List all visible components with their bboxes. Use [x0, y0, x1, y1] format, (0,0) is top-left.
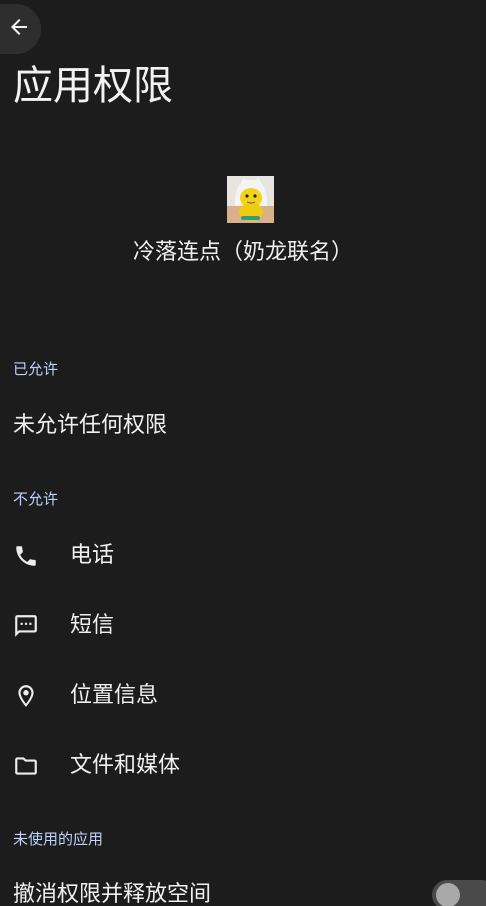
back-arrow-icon: [10, 15, 31, 43]
permission-row-files[interactable]: 文件和媒体: [0, 731, 486, 801]
message-icon: [13, 613, 39, 639]
denied-section-header: 不允许: [13, 490, 59, 508]
phone-icon: [13, 543, 39, 569]
permission-label-location: 位置信息: [70, 683, 159, 708]
allowed-section-header: 已允许: [13, 360, 59, 378]
app-permissions-screen: 应用权限 冷落连点（奶龙联名） 已允许 未允许任何权限 不允许 电话 短信 位置…: [0, 0, 486, 906]
permission-row-sms[interactable]: 短信: [0, 591, 486, 661]
revoke-permissions-toggle[interactable]: [432, 880, 486, 906]
app-name: 冷落连点（奶龙联名）: [132, 240, 353, 265]
permission-row-location[interactable]: 位置信息: [0, 661, 486, 731]
folder-icon: [13, 753, 39, 779]
allowed-empty-text: 未允许任何权限: [13, 413, 168, 438]
unused-apps-section-header: 未使用的应用: [13, 830, 104, 848]
permission-row-phone[interactable]: 电话: [0, 521, 486, 591]
permission-label-files: 文件和媒体: [70, 753, 181, 778]
back-button[interactable]: [0, 4, 41, 54]
app-icon: [227, 176, 274, 223]
revoke-permissions-label: 撤消权限并释放空间: [13, 882, 212, 906]
page-title: 应用权限: [13, 63, 173, 109]
location-icon: [13, 683, 39, 709]
permission-label-phone: 电话: [70, 543, 115, 568]
permission-label-sms: 短信: [70, 613, 115, 638]
toggle-knob: [436, 883, 460, 906]
